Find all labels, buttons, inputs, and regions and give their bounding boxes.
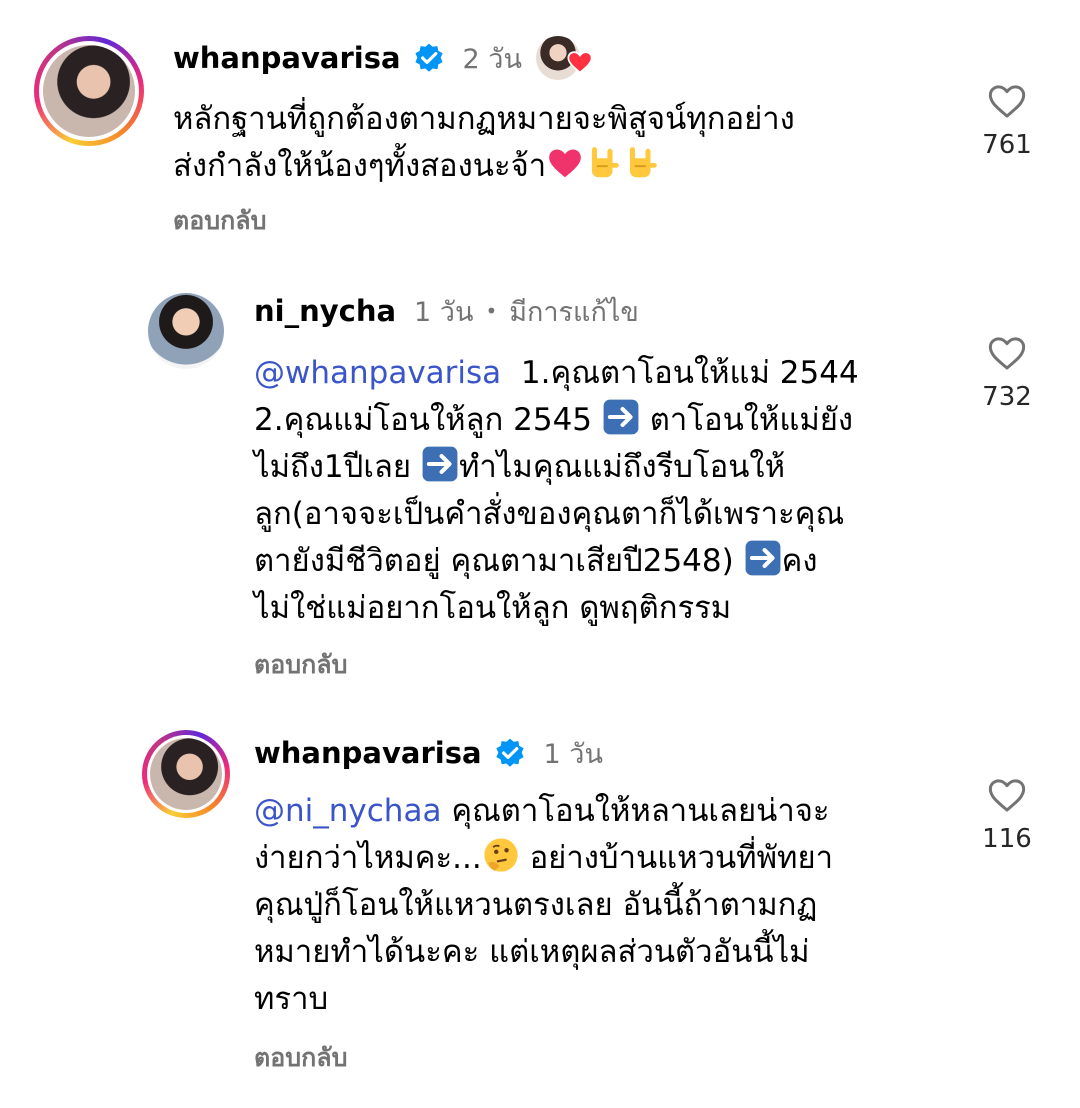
comment-text-line: คุณปู่ก็โอนให้แหวนตรงเลย อันนี้ถ้าตามกฏ <box>254 887 818 923</box>
comment-text-line: หลักฐานที่ถูกต้องตามกฏหมายจะพิสูจน์ทุกอย… <box>173 101 795 137</box>
like-button[interactable]: 732 <box>967 334 1047 412</box>
comment-text-line: ทราบ <box>254 981 329 1017</box>
comment-username[interactable]: whanpavarisa <box>173 41 401 75</box>
comment-text-line: ลูก(อาจจะเป็นคำสั่งของคุณตาก็ได้เพราะคุณ <box>254 496 845 532</box>
heart-emoji-icon <box>549 149 582 178</box>
like-count: 761 <box>982 130 1032 160</box>
heart-filled-icon <box>567 51 593 74</box>
author-liked-indicator <box>535 36 596 80</box>
comment-text-line: ทำไมคุณแม่ถึงรีบโอนให้ <box>458 449 785 485</box>
comment-text-line: ไม่ใช่แม่อยากโอนให้ลูก ดูพฤติกรรม <box>254 590 732 626</box>
love-you-gesture-emoji-icon <box>592 147 620 178</box>
comment-time: 2 วัน <box>462 43 522 75</box>
heart-outline-icon <box>988 779 1026 812</box>
edited-label: มีการแก้ไข <box>509 296 639 328</box>
mention-link[interactable]: @ni_nychaa <box>254 793 441 829</box>
avatar[interactable] <box>148 293 224 369</box>
love-you-gesture-emoji-icon <box>630 147 658 178</box>
comment-username[interactable]: ni_nycha <box>254 294 396 328</box>
like-button[interactable]: 761 <box>967 82 1047 160</box>
comment-time: 1 วัน <box>543 738 603 770</box>
comment-text-line: ตายังมีชีวิตอยู่ คุณตามาเสียปี2548) <box>254 543 734 579</box>
comment-text-line: อย่างบ้านแหวนที่พัทยา <box>529 840 834 876</box>
comment-text-line: คง <box>781 543 818 579</box>
verified-badge-icon <box>414 43 443 72</box>
comment-username[interactable]: whanpavarisa <box>254 736 482 770</box>
reply-button[interactable]: ตอบกลับ <box>254 645 347 685</box>
heart-outline-icon <box>988 337 1026 370</box>
comment-text-line: คุณตาโอนให้หลานเลยน่าจะ <box>451 793 830 829</box>
comment-text-line: หมายทำได้นะคะ แต่เหตุผลส่วนตัวอันนี้ไม่ <box>254 934 810 970</box>
comment-text-line: ไม่ถึง1ปีเลย <box>254 449 412 485</box>
reply-button[interactable]: ตอบกลับ <box>254 1038 347 1078</box>
comment-text-line: ส่งกำลังให้น้องๆทั้งสองนะจ้า <box>173 148 547 184</box>
comment-text-line: ตาโอนให้แม่ยัง <box>649 402 854 438</box>
like-count: 732 <box>982 382 1032 412</box>
thinking-face-emoji-icon <box>484 838 518 872</box>
avatar <box>150 738 222 810</box>
avatar <box>43 45 135 137</box>
mention-link[interactable]: @whanpavarisa <box>254 355 501 391</box>
like-button[interactable]: 116 <box>967 776 1047 854</box>
heart-outline-icon <box>988 85 1026 118</box>
comment-text-line: ง่ายกว่าไหมคะ... <box>254 840 482 876</box>
right-arrow-emoji-icon <box>603 399 639 435</box>
comment-text-line: 2.คุณแม่โอนให้ลูก 2545 <box>254 402 593 438</box>
like-count: 116 <box>982 824 1032 854</box>
separator-dot: • <box>485 299 498 323</box>
verified-badge-icon <box>495 738 524 767</box>
right-arrow-emoji-icon <box>422 446 458 482</box>
right-arrow-emoji-icon <box>745 540 780 576</box>
comment-text-line: 1.คุณตาโอนให้แม่ 2544 <box>520 355 859 391</box>
avatar-ring[interactable] <box>142 730 230 818</box>
reply-button[interactable]: ตอบกลับ <box>173 201 266 241</box>
comment-time: 1 วัน <box>414 296 474 328</box>
avatar-ring[interactable] <box>34 36 144 146</box>
